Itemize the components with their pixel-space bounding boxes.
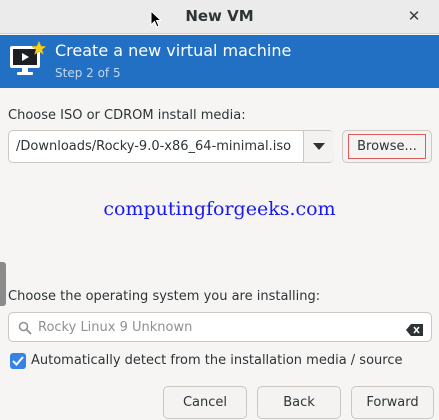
cancel-button[interactable]: Cancel — [163, 386, 247, 419]
install-media-value[interactable]: /Downloads/Rocky-9.0-x86_64-minimal.iso — [16, 139, 291, 154]
page-title: Create a new virtual machine — [55, 41, 292, 60]
os-search-input[interactable]: Rocky Linux 9 Unknown — [8, 312, 432, 342]
install-media-label: Choose ISO or CDROM install media: — [8, 108, 246, 123]
back-button[interactable]: Back — [257, 386, 341, 419]
search-icon — [18, 320, 32, 339]
auto-detect-checkbox[interactable] — [10, 353, 26, 369]
checkmark-icon — [12, 356, 24, 366]
os-selection-label: Choose the operating system you are inst… — [8, 289, 321, 304]
new-vm-icon — [8, 40, 47, 84]
clear-icon[interactable] — [406, 321, 423, 340]
forward-button[interactable]: Forward — [351, 386, 434, 419]
auto-detect-label: Automatically detect from the installati… — [31, 353, 403, 368]
close-icon[interactable]: ✕ — [403, 5, 425, 27]
edge-handle — [0, 262, 6, 306]
title-bar: New VM ✕ — [0, 0, 439, 34]
watermark: computingforgeeks.com — [103, 198, 336, 220]
step-indicator: Step 2 of 5 — [55, 66, 121, 80]
browse-label: Browse... — [357, 139, 417, 154]
window-title: New VM — [185, 7, 254, 25]
os-search-value[interactable]: Rocky Linux 9 Unknown — [38, 320, 192, 335]
install-media-combo[interactable]: /Downloads/Rocky-9.0-x86_64-minimal.iso — [8, 130, 334, 163]
mouse-cursor-icon — [150, 9, 163, 32]
dropdown-button[interactable] — [304, 131, 334, 162]
browse-button[interactable]: Browse... — [342, 130, 432, 163]
chevron-down-icon — [313, 143, 325, 150]
wizard-header: Create a new virtual machine Step 2 of 5 — [0, 35, 439, 88]
